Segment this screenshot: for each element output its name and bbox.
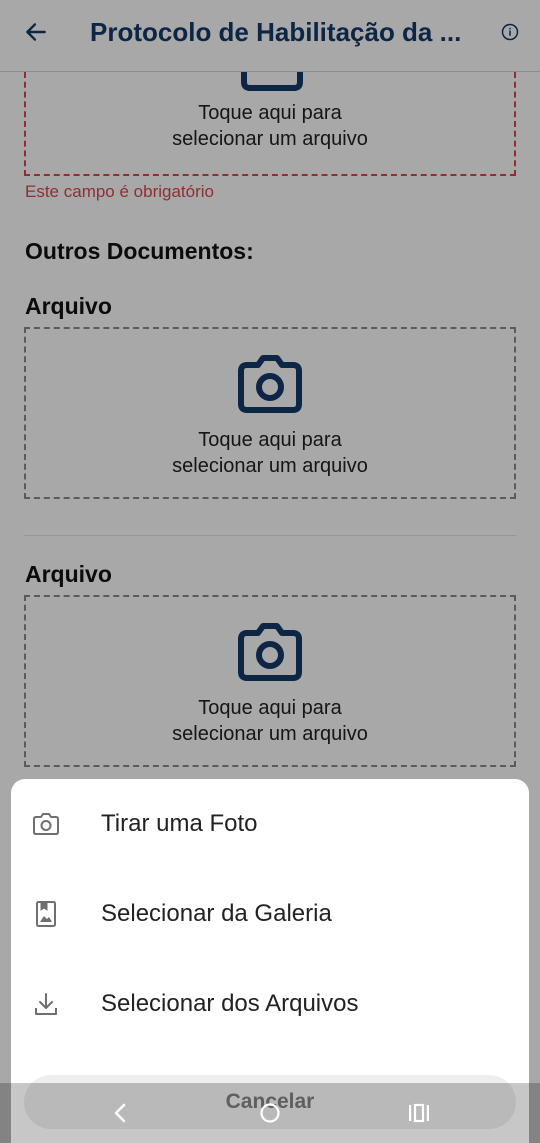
sheet-item-label: Tirar uma Foto <box>101 810 258 837</box>
sheet-item-gallery[interactable]: Selecionar da Galeria <box>11 869 529 959</box>
recents-icon <box>409 1103 429 1123</box>
nav-recents-button[interactable] <box>401 1095 437 1131</box>
sheet-item-label: Selecionar dos Arquivos <box>101 990 359 1017</box>
nav-back-button[interactable] <box>102 1095 138 1131</box>
sheet-item-label: Selecionar da Galeria <box>101 900 332 927</box>
camera-icon <box>31 809 61 839</box>
home-circle-icon <box>260 1103 280 1123</box>
gallery-icon <box>31 899 61 929</box>
system-nav-bar <box>0 1083 540 1143</box>
download-icon <box>31 989 61 1019</box>
chevron-left-icon <box>114 1103 126 1123</box>
sheet-item-take-photo[interactable]: Tirar uma Foto <box>11 779 529 869</box>
nav-home-button[interactable] <box>252 1095 288 1131</box>
sheet-item-files[interactable]: Selecionar dos Arquivos <box>11 959 529 1049</box>
